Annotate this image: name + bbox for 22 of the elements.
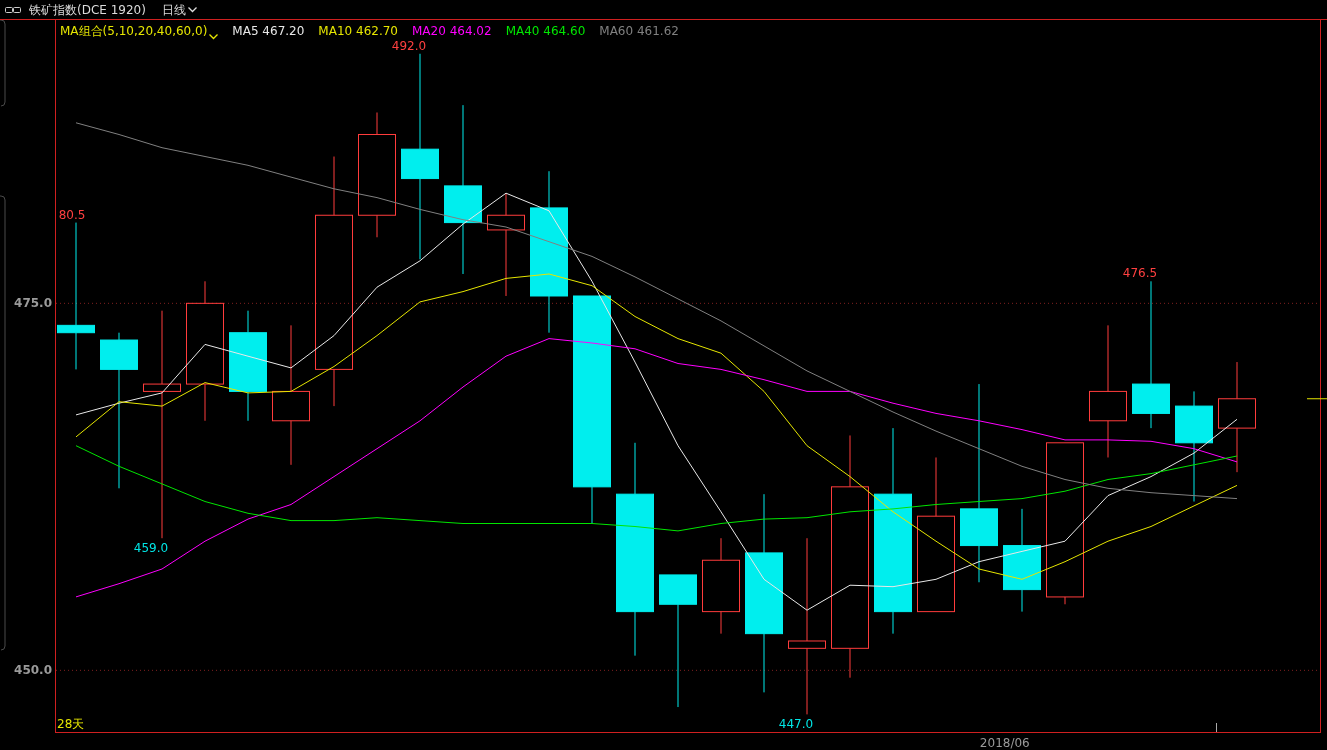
ma-legend-value: MA40 464.60 [505, 23, 586, 40]
y-axis-label: 475.0 [14, 296, 52, 311]
x-axis-label: 2018/06 [979, 736, 1030, 750]
ma-legend-value: MA20 464.02 [412, 23, 492, 40]
ma-legend-value: MA10 462.70 [318, 23, 398, 40]
last-price-line [1306, 398, 1327, 400]
price-extreme-label: 80.5 [58, 207, 86, 222]
price-extreme-label: 476.5 [1122, 266, 1158, 281]
chevron-down-icon [187, 6, 197, 13]
period-count-label: 28天 [57, 717, 85, 731]
y-axis-label: 450.0 [14, 663, 52, 678]
axis-tick [1216, 722, 1217, 733]
ma-group-selector[interactable]: MA组合(5,10,20,40,60,0) [60, 22, 219, 40]
ma-legend-value: MA60 461.62 [599, 23, 679, 40]
price-extreme-label: 492.0 [391, 38, 427, 53]
price-extreme-label: 459.0 [133, 541, 169, 556]
chevron-down-icon [209, 34, 219, 40]
ma-legend-value: MA5 467.20 [232, 23, 305, 40]
link-icon[interactable] [5, 5, 21, 14]
period-dropdown[interactable]: 日线 [161, 0, 197, 19]
price-extreme-label: 447.0 [778, 717, 814, 732]
instrument-title: 铁矿指数(DCE 1920) [29, 1, 146, 19]
